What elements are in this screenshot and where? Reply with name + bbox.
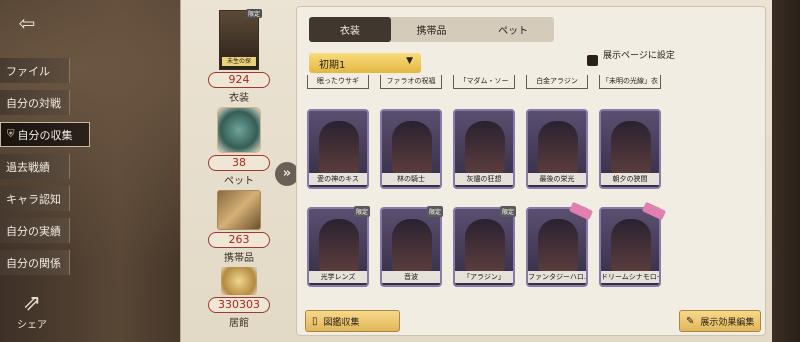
card-name: 林の騎士 [382,173,440,185]
costume-grid: 眠ったウサギ ファラオの祝福 「マダム・ソー 白金アラジン 「未明の光線」衣 愛… [307,75,707,311]
catalog-button-label: 図鑑収集 [323,317,360,328]
accessory-label: 携帯品 [224,253,254,264]
category-tabs: 衣装 携帯品 ペット [309,17,554,42]
sidebar-item-label: 過去戦績 [6,160,50,174]
card-name: ファンタジーハロ... [528,271,586,283]
card-name: 眠ったウサギ [307,75,369,89]
share-icon: ⇗ [22,291,42,316]
character-figure [465,121,505,173]
collection-area: 衣装 携帯品 ペット 初期1 ▼ 展示ページに設定 眠ったウサギ ファラオの祝福… [296,6,766,336]
sidebar-item-label: 自分の収集 [17,128,73,142]
shield-icon: ⛨ [7,129,15,140]
costume-card[interactable]: 限定光学レンズ [307,206,370,287]
chevron-down-icon: ▼ [406,56,413,66]
costume-count: 924 [208,72,270,88]
sidebar-item-achievements[interactable]: 自分の実績 [0,218,70,243]
costume-card[interactable]: 限定音波 [380,206,443,287]
residence-label: 居館 [229,318,249,329]
dropdown-value: 初期1 [319,59,346,71]
character-figure [392,121,432,173]
sidebar-item-character-recognition[interactable]: キャラ認知 [0,186,70,211]
residence-image[interactable] [221,267,257,295]
card-row: 限定光学レンズ 限定音波 限定「アラジン」 ファンタジーハロ... ドリームシナ… [307,201,707,287]
share-button[interactable]: ⇗ シェア [12,291,52,332]
character-figure [465,219,505,271]
character-figure [319,219,359,271]
collab-ribbon-icon [568,201,594,221]
costume-card[interactable]: 林の騎士 [380,109,442,189]
card-name: 音波 [382,271,440,283]
exit-door-icon[interactable]: ⇦ [12,8,42,38]
card-name: ファラオの祝福 [380,75,442,89]
costume-card[interactable]: 愛の神のキス [307,109,369,189]
costume-card[interactable]: ドリームシナモロー [599,201,667,287]
stats-column: 限定 未生の探 924 衣装 38 ペット 263 携帯品 330303 居館 [203,0,275,332]
edit-display-label: 展示効果編集 [700,317,755,328]
sidebar-item-past-records[interactable]: 過去戦績 [0,154,70,179]
card-name: 最後の栄光 [528,173,586,185]
character-figure [538,219,578,271]
edit-display-button[interactable]: ✎ 展示効果編集 [679,310,761,332]
checkbox[interactable] [587,55,598,66]
limited-badge: 限定 [426,206,443,217]
sidebar-item-label: ファイル [6,64,50,78]
residence-count: 330303 [208,297,270,313]
tab-accessory[interactable]: 携帯品 [391,17,473,42]
edit-icon: ✎ [686,315,695,327]
character-figure [319,121,359,173]
collab-ribbon-icon [641,201,667,221]
pet-label: ペット [224,176,254,187]
card-row: 愛の神のキス 林の騎士 灰燼の狂想 最後の栄光 朝夕の狭間 [307,109,707,189]
right-edge-strip [770,0,800,342]
sidebar-item-relationships[interactable]: 自分の関係 [0,250,70,275]
previous-row-labels: 眠ったウサギ ファラオの祝福 「マダム・ソー 白金アラジン 「未明の光線」衣 [307,75,707,91]
costume-label: 衣装 [229,93,249,104]
character-figure [538,121,578,173]
tab-pet[interactable]: ペット [472,17,554,42]
preset-dropdown[interactable]: 初期1 ▼ [309,53,421,73]
pet-count: 38 [208,155,270,171]
display-setting-label: 展示ページに設定 [603,51,675,61]
sidebar-item-label: キャラ認知 [6,192,61,206]
card-name: 愛の神のキス [309,173,367,185]
sidebar-item-label: 自分の関係 [6,256,61,270]
card-name: 灰燼の狂想 [455,173,513,185]
character-figure [611,219,651,271]
portrait-caption: 未生の探 [222,57,256,66]
limited-badge: 限定 [353,206,370,217]
card-name: 「未明の光線」衣 [599,75,661,89]
sidebar-item-label: 自分の対戦 [6,96,61,110]
sidebar-item-file[interactable]: ファイル [0,58,70,83]
display-page-setting[interactable]: 展示ページに設定 [587,51,683,66]
catalog-collection-button[interactable]: ▯ 図鑑収集 [305,310,400,332]
character-figure [611,121,651,173]
character-figure [392,219,432,271]
costume-card[interactable]: 最後の栄光 [526,109,588,189]
costume-card[interactable]: 灰燼の狂想 [453,109,515,189]
book-icon: ▯ [312,315,318,327]
limited-badge: 限定 [499,206,516,217]
collection-panel: 限定 未生の探 924 衣装 38 ペット 263 携帯品 330303 居館 … [180,0,772,342]
costume-card[interactable]: 限定「アラジン」 [453,206,516,287]
card-name: ドリームシナモロー [601,271,659,283]
tab-costume[interactable]: 衣装 [309,17,391,42]
card-name: 光学レンズ [309,271,367,283]
character-portrait[interactable]: 限定 未生の探 [219,9,262,70]
share-label: シェア [17,320,47,331]
card-name: 朝夕の狭間 [601,173,659,185]
pet-image[interactable] [217,107,261,153]
sidebar-nav: ファイル 自分の対戦 ⛨ 自分の収集 過去戦績 キャラ認知 自分の実績 自分の関係 [0,58,90,282]
card-name: 「マダム・ソー [453,75,515,89]
limited-badge: 限定 [245,9,262,18]
costume-card[interactable]: 朝夕の狭間 [599,109,661,189]
accessory-count: 263 [208,232,270,248]
sidebar-item-my-matches[interactable]: 自分の対戦 [0,90,70,115]
card-name: 「アラジン」 [455,271,513,283]
accessory-image[interactable] [217,190,261,230]
card-name: 白金アラジン [526,75,588,89]
costume-card[interactable]: ファンタジーハロ... [526,201,594,287]
sidebar-item-label: 自分の実績 [6,224,61,238]
sidebar-item-my-collection[interactable]: ⛨ 自分の収集 [0,122,90,147]
